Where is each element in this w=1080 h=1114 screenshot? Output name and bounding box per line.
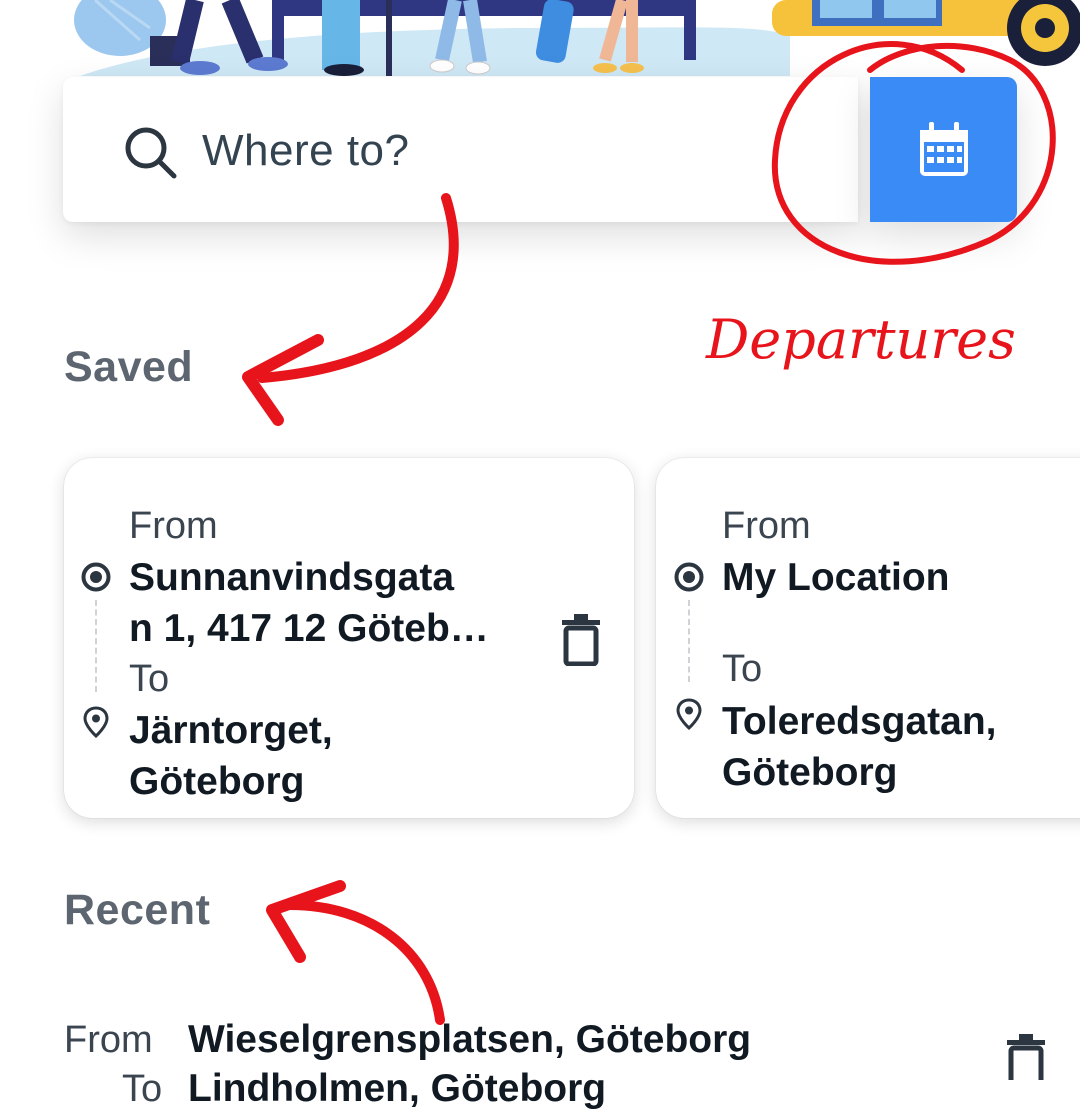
from-label: From [722, 505, 811, 547]
to-label: To [722, 648, 763, 690]
search-icon [125, 127, 177, 179]
recent-to-label: To [122, 1068, 163, 1110]
header-illustration [74, 0, 1080, 76]
departures-calendar-button[interactable] [870, 77, 1017, 222]
saved-section-title: Saved [64, 343, 194, 391]
search-bar[interactable] [63, 77, 858, 222]
recent-destination-address[interactable]: Lindholmen, Göteborg [188, 1063, 606, 1114]
destination-address-line1: Järntorget, [129, 709, 333, 752]
recent-section-title: Recent [64, 886, 211, 934]
destination-address-line1: Toleredsgatan, [722, 700, 997, 743]
recent-from-label: From [64, 1019, 153, 1061]
origin-target-icon [81, 562, 111, 592]
origin-target-icon [674, 562, 704, 592]
from-label: From [129, 505, 218, 547]
trash-icon[interactable] [1005, 1034, 1047, 1080]
search-input[interactable]: Where to? [202, 124, 409, 178]
destination-pin-icon [676, 698, 702, 731]
destination-address-line2: Göteborg [129, 760, 305, 803]
to-label: To [129, 658, 170, 700]
annotation-departures-label: Departures [705, 308, 1016, 371]
origin-address-line2: n 1, 417 12 Göteb… [129, 607, 489, 650]
origin-address-line1: My Location [722, 556, 950, 599]
annotation-arrow-saved [257, 193, 459, 383]
route-connector [688, 600, 690, 682]
recent-origin-address[interactable]: Wieselgrensplatsen, Göteborg [188, 1014, 751, 1065]
destination-pin-icon [83, 706, 109, 739]
annotation-arrow-recent [285, 900, 445, 1025]
route-connector [95, 600, 97, 692]
calendar-icon [920, 122, 968, 176]
trash-icon[interactable] [560, 614, 602, 666]
destination-address-line2: Göteborg [722, 751, 898, 794]
origin-address-line1: Sunnanvindsgata [129, 556, 455, 599]
